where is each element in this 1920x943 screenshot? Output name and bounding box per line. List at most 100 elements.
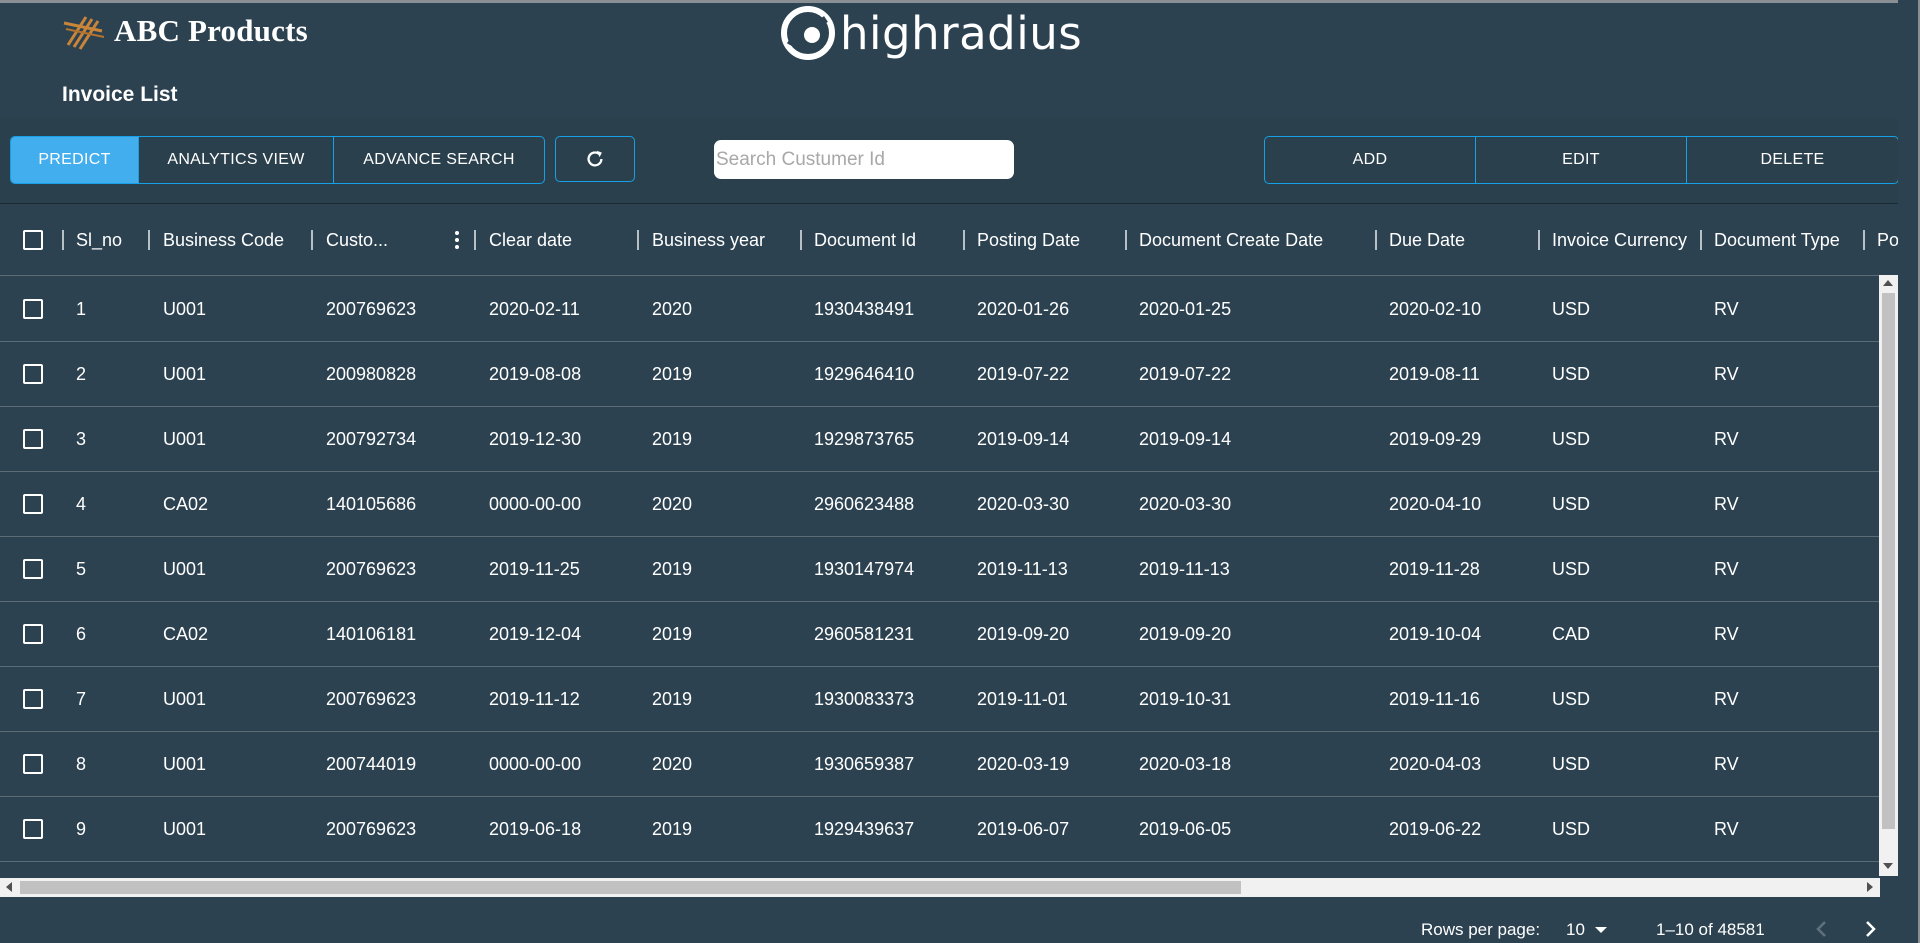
- delete-button[interactable]: DELETE: [1687, 137, 1898, 183]
- cell-posting-date: 2020-03-19: [977, 753, 1070, 774]
- scroll-right-icon[interactable]: [1867, 882, 1873, 892]
- vertical-scrollbar[interactable]: [1879, 275, 1898, 876]
- cell-document-id: 1929646410: [814, 363, 915, 384]
- column-separator[interactable]: [1700, 230, 1702, 250]
- edit-button[interactable]: EDIT: [1476, 137, 1687, 183]
- row-checkbox[interactable]: [23, 754, 43, 774]
- table-row[interactable]: 7 U001 200769623 2019-11-12 2019 1930083373 20…: [0, 667, 1880, 732]
- kebab-menu-icon[interactable]: [451, 228, 463, 252]
- invoice-grid: Sl_no Business Code Custo... Clear date …: [0, 203, 1898, 898]
- chevron-right-icon[interactable]: [1860, 918, 1880, 940]
- column-separator[interactable]: [963, 230, 965, 250]
- column-header-clear-date[interactable]: Clear date: [489, 204, 572, 276]
- brand-name: ABC Products: [114, 13, 308, 48]
- cell-business-year: 2020: [652, 298, 693, 319]
- scroll-up-icon[interactable]: [1883, 280, 1893, 286]
- table-row[interactable]: 9 U001 200769623 2019-06-18 2019 1929439637 20…: [0, 797, 1880, 862]
- chevron-left-icon[interactable]: [1812, 918, 1832, 940]
- page-range: 1–10 of 48581: [1656, 920, 1765, 939]
- cell-business-year: 2019: [652, 688, 693, 709]
- scroll-left-icon[interactable]: [6, 882, 12, 892]
- column-header-document-id[interactable]: Document Id: [814, 204, 916, 276]
- row-checkbox[interactable]: [23, 559, 43, 579]
- cell-due-date: 2019-09-29: [1389, 428, 1482, 449]
- table-row[interactable]: 3 U001 200792734 2019-12-30 2019 1929873765 20…: [0, 407, 1880, 472]
- horizontal-scrollbar[interactable]: [0, 878, 1880, 897]
- brand: ABC Products: [62, 11, 308, 51]
- row-checkbox[interactable]: [23, 624, 43, 644]
- abc-products-logo-icon: [63, 16, 105, 50]
- select-all-checkbox[interactable]: [23, 230, 43, 250]
- predict-button[interactable]: PREDICT: [11, 137, 139, 183]
- row-checkbox[interactable]: [23, 364, 43, 384]
- table-row[interactable]: 4 CA02 140105686 0000-00-00 2020 2960623488 20…: [0, 472, 1880, 537]
- cell-document-create-date: 2020-03-30: [1139, 493, 1232, 514]
- column-header-business-year[interactable]: Business year: [652, 204, 765, 276]
- cell-sl-no: 9: [76, 818, 87, 839]
- table-row[interactable]: 2 U001 200980828 2019-08-08 2019 1929646410 20…: [0, 342, 1880, 407]
- row-checkbox[interactable]: [23, 689, 43, 709]
- cell-document-id: 1930083373: [814, 688, 915, 709]
- cell-posting-date: 2019-09-14: [977, 428, 1070, 449]
- cell-sl-no: 8: [76, 753, 87, 774]
- cell-due-date: 2020-02-10: [1389, 298, 1482, 319]
- cell-sl-no: 3: [76, 428, 87, 449]
- add-button[interactable]: ADD: [1265, 137, 1476, 183]
- column-separator[interactable]: [1538, 230, 1540, 250]
- column-separator[interactable]: [311, 230, 313, 250]
- view-button-group: PREDICT ANALYTICS VIEW ADVANCE SEARCH: [10, 136, 545, 184]
- cell-document-type: RV: [1714, 623, 1739, 644]
- column-separator[interactable]: [800, 230, 802, 250]
- column-header-invoice-currency[interactable]: Invoice Currency: [1552, 204, 1687, 276]
- column-header-customer[interactable]: Custo...: [326, 204, 388, 276]
- cell-posting-date: 2019-11-01: [977, 688, 1068, 709]
- row-checkbox[interactable]: [23, 494, 43, 514]
- analytics-view-button[interactable]: ANALYTICS VIEW: [139, 137, 334, 183]
- column-separator[interactable]: [1863, 230, 1865, 250]
- column-header-document-create-date[interactable]: Document Create Date: [1139, 204, 1323, 276]
- advance-search-button[interactable]: ADVANCE SEARCH: [334, 137, 544, 183]
- cell-customer: 200792734: [326, 428, 417, 449]
- row-checkbox[interactable]: [23, 819, 43, 839]
- horizontal-scroll-thumb[interactable]: [20, 881, 1241, 894]
- refresh-button[interactable]: [555, 136, 635, 182]
- cell-document-type: RV: [1714, 818, 1739, 839]
- cell-document-create-date: 2019-09-14: [1139, 428, 1232, 449]
- cell-document-id: 2960623488: [814, 493, 915, 514]
- column-header-business-code[interactable]: Business Code: [163, 204, 284, 276]
- cell-sl-no: 2: [76, 363, 87, 384]
- page-title: Invoice List: [62, 83, 178, 106]
- cell-business-year: 2019: [652, 558, 693, 579]
- cell-business-year: 2019: [652, 623, 693, 644]
- search-input[interactable]: [714, 140, 1014, 179]
- cell-due-date: 2019-08-11: [1389, 363, 1480, 384]
- rows-per-page-select[interactable]: 10: [1566, 920, 1607, 940]
- cell-customer: 200769623: [326, 298, 417, 319]
- row-checkbox[interactable]: [23, 429, 43, 449]
- column-separator[interactable]: [1125, 230, 1127, 250]
- column-header-sl-no[interactable]: Sl_no: [76, 204, 122, 276]
- scroll-down-icon[interactable]: [1883, 863, 1893, 869]
- column-separator[interactable]: [474, 230, 476, 250]
- highradius-logo-icon: [781, 6, 835, 60]
- column-header-due-date[interactable]: Due Date: [1389, 204, 1465, 276]
- column-header-posting-date[interactable]: Posting Date: [977, 204, 1080, 276]
- cell-due-date: 2019-06-22: [1389, 818, 1482, 839]
- table-row[interactable]: 5 U001 200769623 2019-11-25 2019 1930147974 20…: [0, 537, 1880, 602]
- column-header-posting-id[interactable]: Po: [1877, 204, 1898, 276]
- cell-posting-date: 2020-01-26: [977, 298, 1070, 319]
- table-row[interactable]: 1 U001 200769623 2020-02-11 2020 1930438491 20…: [0, 277, 1880, 342]
- column-header-document-type[interactable]: Document Type: [1714, 204, 1840, 276]
- cell-sl-no: 6: [76, 623, 87, 644]
- vertical-scroll-thumb[interactable]: [1882, 293, 1895, 829]
- table-row[interactable]: 6 CA02 140106181 2019-12-04 2019 2960581231 20…: [0, 602, 1880, 667]
- column-separator[interactable]: [148, 230, 150, 250]
- column-separator[interactable]: [1375, 230, 1377, 250]
- highradius-logo: highradius: [780, 5, 1082, 61]
- column-separator[interactable]: [62, 230, 64, 250]
- column-separator[interactable]: [637, 230, 639, 250]
- cell-due-date: 2019-11-28: [1389, 558, 1480, 579]
- row-checkbox[interactable]: [23, 299, 43, 319]
- toolbar: PREDICT ANALYTICS VIEW ADVANCE SEARCH AD…: [0, 118, 1920, 203]
- table-row[interactable]: 8 U001 200744019 0000-00-00 2020 1930659387 20…: [0, 732, 1880, 797]
